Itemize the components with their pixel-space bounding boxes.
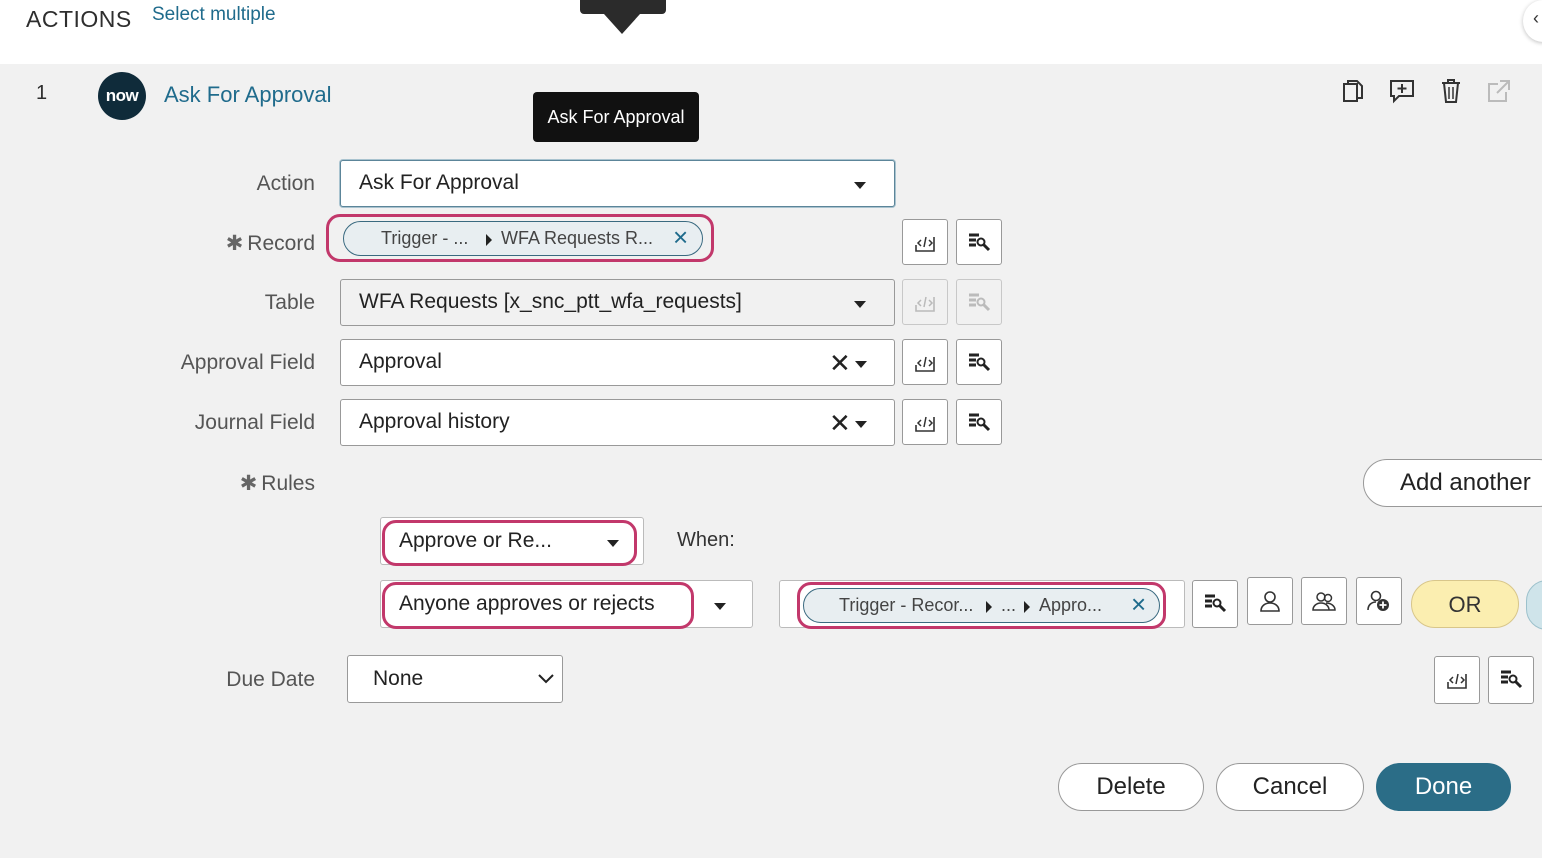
group-picker-button[interactable] (1301, 577, 1347, 625)
required-icon: ✱ (225, 232, 244, 255)
data-pill-picker-button[interactable] (956, 219, 1002, 265)
tooltip: Ask For Approval (533, 92, 699, 142)
approval-field-value: Approval (359, 350, 442, 373)
chevron-down-icon (854, 182, 866, 189)
clear-icon[interactable]: ✕ (829, 350, 851, 376)
step-title[interactable]: Ask For Approval (164, 82, 332, 108)
script-button[interactable] (1434, 656, 1480, 704)
script-button[interactable] (902, 399, 948, 445)
manual-approver-button[interactable] (1356, 577, 1402, 625)
due-date-value: None (373, 667, 424, 690)
open-external-icon (1486, 78, 1512, 104)
rule-pill-part1: Trigger - Recor... (839, 595, 974, 615)
chevron-down-icon (855, 421, 867, 428)
chevron-down-icon (538, 674, 554, 684)
data-pill-picker-button[interactable] (956, 339, 1002, 385)
add-another-button[interactable]: Add another (1363, 459, 1542, 507)
due-date-label: Due Date (226, 668, 315, 691)
table-select-value: WFA Requests [x_snc_ptt_wfa_requests] (359, 290, 742, 313)
chevron-down-icon (854, 301, 866, 308)
data-pill-picker-button-disabled (956, 279, 1002, 325)
journal-field-select[interactable]: Approval history ✕ (340, 399, 895, 446)
journal-field-label: Journal Field (194, 411, 315, 434)
action-select-value: Ask For Approval (359, 171, 519, 194)
script-button[interactable] (902, 339, 948, 385)
servicenow-logo: now (98, 72, 146, 120)
chevron-left-icon: ‹ (1533, 8, 1539, 28)
section-title: ACTIONS (26, 6, 132, 33)
data-pill-picker-button[interactable] (1192, 580, 1238, 628)
cancel-button[interactable]: Cancel (1216, 763, 1364, 811)
add-comment-icon[interactable] (1389, 78, 1415, 104)
remove-pill-icon[interactable]: × (1131, 589, 1146, 620)
action-label: Action (256, 172, 315, 195)
required-icon: ✱ (239, 472, 258, 495)
rule-pill[interactable]: Trigger - Recor... ... Appro... × (803, 588, 1160, 623)
rule-pill-part2: ... (1001, 595, 1017, 615)
data-pill-picker-button[interactable] (956, 399, 1002, 445)
rules-label: ✱ Rules (239, 472, 315, 495)
rule-type-highlight (382, 520, 637, 566)
or-button[interactable]: OR (1411, 580, 1519, 628)
journal-field-value: Approval history (359, 410, 510, 433)
tooltip-pointer (580, 0, 666, 34)
delete-button[interactable]: Delete (1058, 763, 1204, 811)
record-pill-part1: Trigger - ... (381, 228, 469, 248)
step-number: 1 (36, 82, 48, 104)
record-pill[interactable]: Trigger - ... WFA Requests R... × (343, 221, 703, 256)
remove-pill-icon[interactable]: × (673, 222, 688, 253)
table-select[interactable]: WFA Requests [x_snc_ptt_wfa_requests] (340, 279, 895, 326)
clear-icon[interactable]: ✕ (829, 410, 851, 436)
approval-field-label: Approval Field (180, 351, 315, 374)
user-picker-button[interactable] (1247, 577, 1293, 625)
due-date-select[interactable]: None (347, 655, 563, 703)
caret-right-icon (1024, 601, 1030, 613)
copy-icon[interactable] (1340, 78, 1366, 104)
table-label: Table (264, 291, 315, 314)
action-select[interactable]: Ask For Approval (340, 160, 895, 207)
script-button-disabled (902, 279, 948, 325)
chevron-down-icon (855, 361, 867, 368)
data-pill-picker-button[interactable] (1488, 656, 1534, 704)
trash-icon[interactable] (1438, 78, 1464, 104)
select-multiple-link[interactable]: Select multiple (152, 4, 276, 26)
record-pill-part2: WFA Requests R... (501, 228, 654, 248)
record-label: ✱ Record (225, 232, 315, 255)
approval-field-select[interactable]: Approval ✕ (340, 339, 895, 386)
script-button[interactable] (902, 219, 948, 265)
actions-heading: ACTIONS (26, 6, 132, 32)
caret-right-icon (986, 601, 992, 613)
when-label: When: (677, 529, 735, 551)
caret-right-icon (486, 234, 492, 246)
condition-highlight (382, 582, 694, 629)
done-button[interactable]: Done (1376, 763, 1511, 811)
chevron-down-icon (714, 603, 726, 610)
rule-pill-part3: Appro... (1039, 595, 1103, 615)
